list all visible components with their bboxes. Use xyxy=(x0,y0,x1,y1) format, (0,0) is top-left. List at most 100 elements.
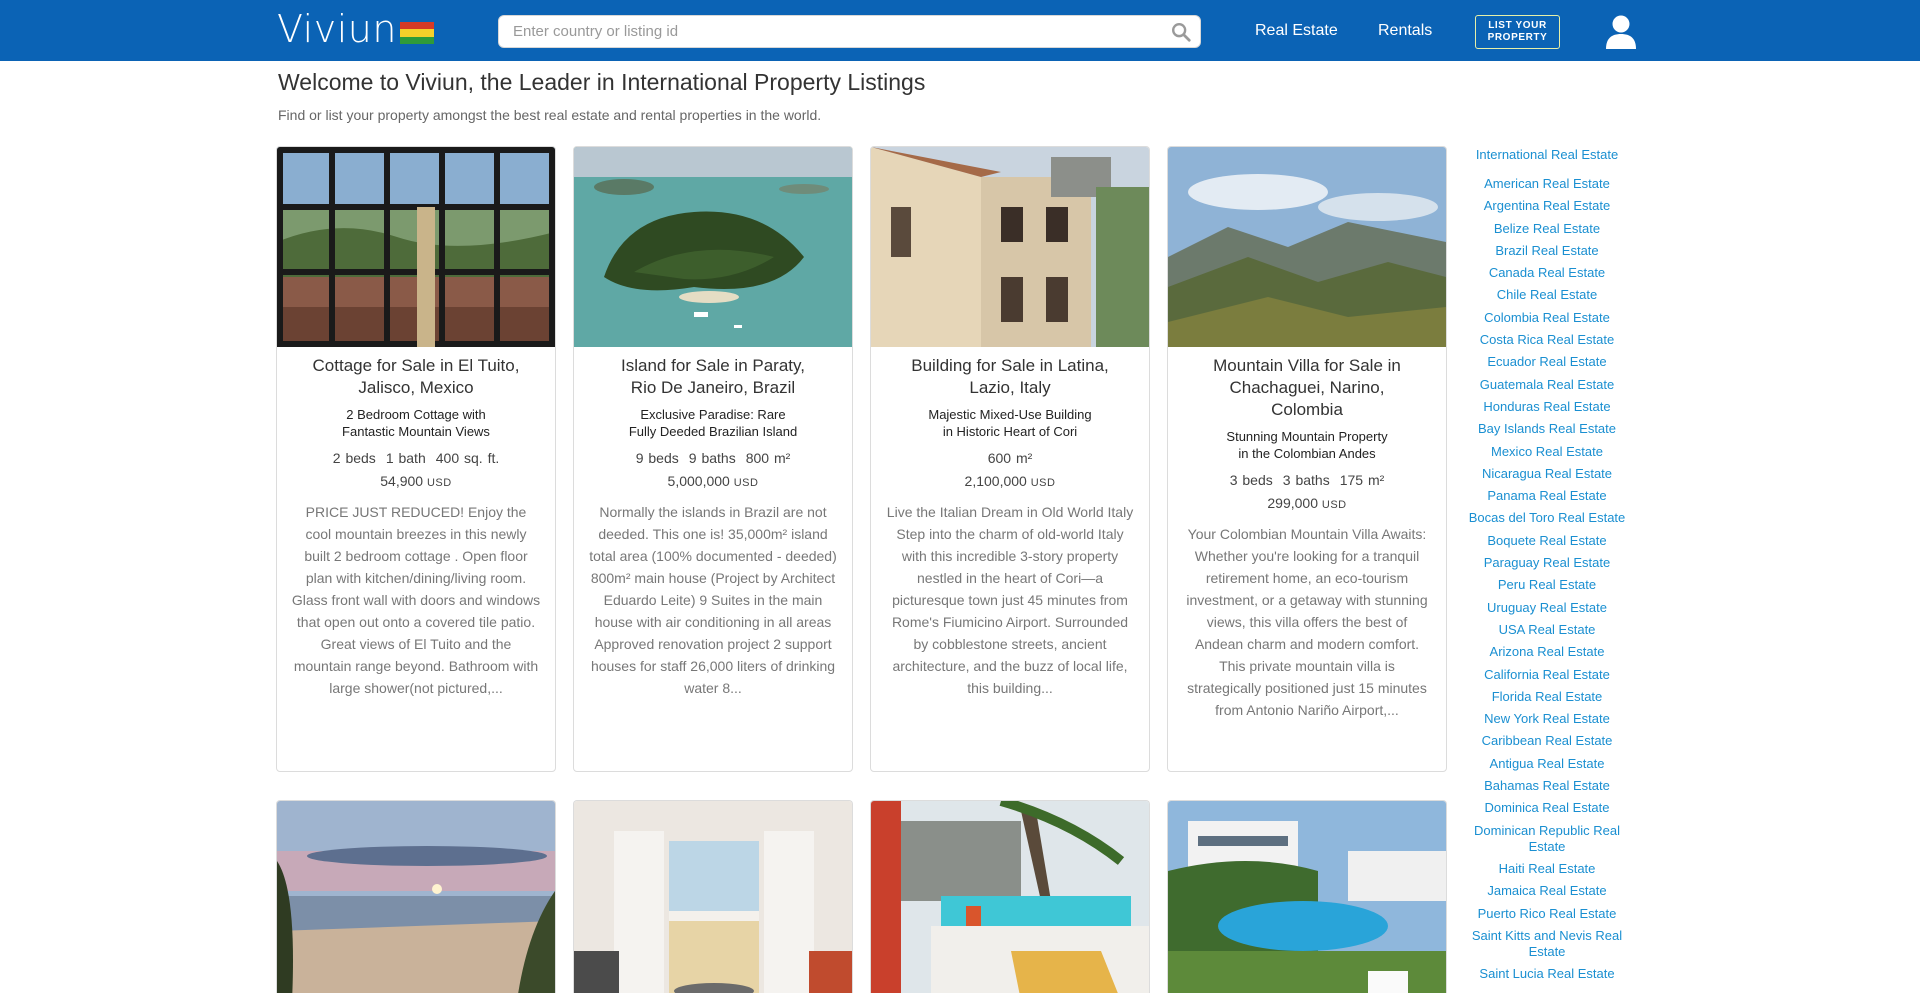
logo-flag-stripe xyxy=(399,29,434,37)
sidebar-link[interactable]: Boquete Real Estate xyxy=(1462,530,1632,552)
listing-title[interactable]: Building for Sale in Latina, Lazio, Ital… xyxy=(903,355,1117,399)
sidebar-link[interactable]: Bocas del Toro Real Estate xyxy=(1462,507,1632,529)
sidebar-link[interactable]: Paraguay Real Estate xyxy=(1462,552,1632,574)
nav-real-estate[interactable]: Real Estate xyxy=(1255,19,1338,43)
sidebar-link[interactable]: Arizona Real Estate xyxy=(1462,641,1632,663)
listing-body: Cottage for Sale in El Tuito, Jalisco, M… xyxy=(277,347,555,699)
listing-subtitle: Stunning Mountain Property in the Colomb… xyxy=(1226,429,1388,461)
listing-title[interactable]: Mountain Villa for Sale in Chachaguei, N… xyxy=(1200,355,1414,421)
sidebar-link[interactable]: Saint Kitts and Nevis Real Estate xyxy=(1462,925,1632,963)
listing-card[interactable] xyxy=(573,800,853,993)
sidebar-link[interactable]: Honduras Real Estate xyxy=(1462,396,1632,418)
listing-price-amount: 54,900 xyxy=(380,473,424,489)
listing-card[interactable]: Mountain Villa for Sale in Chachaguei, N… xyxy=(1167,146,1447,772)
listing-title[interactable]: Island for Sale in Paraty, Rio De Janeir… xyxy=(606,355,820,399)
listing-specs: 3 beds 3 baths 175 m² xyxy=(1182,471,1432,489)
sidebar-link[interactable]: Bay Islands Real Estate xyxy=(1462,418,1632,440)
sidebar-link[interactable]: New York Real Estate xyxy=(1462,708,1632,730)
listing-subtitle: Majestic Mixed-Use Building in Historic … xyxy=(928,407,1092,439)
sidebar-link[interactable]: Argentina Real Estate xyxy=(1462,195,1632,217)
sidebar-link[interactable]: Haiti Real Estate xyxy=(1462,858,1632,880)
listing-area: 600 m² xyxy=(987,450,1033,466)
search-input[interactable] xyxy=(499,16,1159,47)
listing-description: Live the Italian Dream in Old World Ital… xyxy=(886,504,1134,696)
listing-area: 400 sq. ft. xyxy=(435,450,500,466)
listing-price: 5,000,000 USD xyxy=(588,472,838,492)
sidebar-link[interactable]: Panama Real Estate xyxy=(1462,485,1632,507)
sidebar-link[interactable]: Colombia Real Estate xyxy=(1462,307,1632,329)
listing-body: Mountain Villa for Sale in Chachaguei, N… xyxy=(1168,347,1446,721)
sidebar-heading-international[interactable]: International Real Estate xyxy=(1462,144,1632,166)
listing-price: 2,100,000 USD xyxy=(885,472,1135,492)
sidebar-link[interactable]: Brazil Real Estate xyxy=(1462,240,1632,262)
sidebar-link[interactable]: Chile Real Estate xyxy=(1462,284,1632,306)
sidebar-link[interactable]: Florida Real Estate xyxy=(1462,686,1632,708)
listing-price-amount: 299,000 xyxy=(1267,495,1318,511)
viviun-logo[interactable]: Viviun xyxy=(277,9,434,49)
listing-photo-villa-pool[interactable] xyxy=(1168,801,1446,993)
listing-card[interactable] xyxy=(1167,800,1447,993)
listing-photo-pool-patio[interactable] xyxy=(871,801,1149,993)
search-bar xyxy=(498,15,1201,48)
sidebar-link[interactable]: California Real Estate xyxy=(1462,664,1632,686)
sidebar-link[interactable]: Peru Real Estate xyxy=(1462,574,1632,596)
sidebar-link[interactable]: Costa Rica Real Estate xyxy=(1462,329,1632,351)
list-property-label-line2: PROPERTY xyxy=(1487,32,1548,43)
sidebar-link[interactable]: Belize Real Estate xyxy=(1462,218,1632,240)
listing-photo-cottage[interactable] xyxy=(277,147,555,347)
listing-description: PRICE JUST REDUCED! Enjoy the cool mount… xyxy=(291,504,541,696)
listing-beds: 3 beds xyxy=(1229,472,1273,488)
sidebar-link[interactable]: Dominican Republic Real Estate xyxy=(1462,820,1632,858)
user-account-icon[interactable] xyxy=(1604,14,1638,50)
list-your-property-button[interactable]: LIST YOUR PROPERTY xyxy=(1475,15,1560,49)
listing-photo-mountain-villa[interactable] xyxy=(1168,147,1446,347)
listing-price-amount: 2,100,000 xyxy=(964,473,1027,489)
sidebar-link[interactable]: Nicaragua Real Estate xyxy=(1462,463,1632,485)
listing-area: 175 m² xyxy=(1339,472,1385,488)
listing-photo-beach-sunset[interactable] xyxy=(277,801,555,993)
sidebar-link[interactable]: Canada Real Estate xyxy=(1462,262,1632,284)
sidebar-link[interactable]: Guatemala Real Estate xyxy=(1462,374,1632,396)
sidebar-link[interactable]: Dominica Real Estate xyxy=(1462,797,1632,819)
country-links-sidebar: International Real Estate American Real … xyxy=(1462,144,1632,985)
search-icon[interactable] xyxy=(1170,21,1192,43)
listing-currency: USD xyxy=(426,477,452,489)
listing-photo-island[interactable] xyxy=(574,147,852,347)
sidebar-link[interactable]: Bahamas Real Estate xyxy=(1462,775,1632,797)
listing-title[interactable]: Cottage for Sale in El Tuito, Jalisco, M… xyxy=(309,355,523,399)
logo-flag-stripe xyxy=(399,22,434,30)
listing-card[interactable]: Island for Sale in Paraty, Rio De Janeir… xyxy=(573,146,853,772)
listing-currency: USD xyxy=(733,477,759,489)
sidebar-link[interactable]: Caribbean Real Estate xyxy=(1462,730,1632,752)
listing-currency: USD xyxy=(1321,499,1347,511)
listing-beds: 9 beds xyxy=(635,450,679,466)
listing-subtitle: 2 Bedroom Cottage with Fantastic Mountai… xyxy=(342,407,490,439)
listing-area: 800 m² xyxy=(745,450,791,466)
page-title: Welcome to Viviun, the Leader in Interna… xyxy=(278,69,926,95)
listing-specs: 600 m² xyxy=(885,449,1135,467)
listing-description: Your Colombian Mountain Villa Awaits: Wh… xyxy=(1186,526,1428,718)
sidebar-link[interactable]: Ecuador Real Estate xyxy=(1462,351,1632,373)
nav-rentals[interactable]: Rentals xyxy=(1378,19,1432,43)
listing-card[interactable] xyxy=(870,800,1150,993)
sidebar-link[interactable]: Jamaica Real Estate xyxy=(1462,880,1632,902)
sidebar-link[interactable]: Mexico Real Estate xyxy=(1462,441,1632,463)
page-subtitle: Find or list your property amongst the b… xyxy=(278,107,822,123)
sidebar-link[interactable]: American Real Estate xyxy=(1462,173,1632,195)
listing-specs: 2 beds 1 bath 400 sq. ft. xyxy=(291,449,541,467)
listing-card[interactable] xyxy=(276,800,556,993)
list-property-label-line1: LIST YOUR xyxy=(1488,20,1547,31)
sidebar-link[interactable]: Saint Lucia Real Estate xyxy=(1462,963,1632,985)
sidebar-link[interactable]: Puerto Rico Real Estate xyxy=(1462,903,1632,925)
sidebar-link[interactable]: Uruguay Real Estate xyxy=(1462,597,1632,619)
listing-price: 54,900 USD xyxy=(291,472,541,492)
listing-photo-living-room[interactable] xyxy=(574,801,852,993)
listing-card[interactable]: Cottage for Sale in El Tuito, Jalisco, M… xyxy=(276,146,556,772)
sidebar-link[interactable]: Antigua Real Estate xyxy=(1462,753,1632,775)
sidebar-link[interactable]: USA Real Estate xyxy=(1462,619,1632,641)
top-navbar: Viviun Real Estate Rentals LIST YOUR PRO… xyxy=(0,0,1920,61)
listing-baths: 9 baths xyxy=(688,450,736,466)
listing-price: 299,000 USD xyxy=(1182,494,1432,514)
listing-photo-building[interactable] xyxy=(871,147,1149,347)
listing-card[interactable]: Building for Sale in Latina, Lazio, Ital… xyxy=(870,146,1150,772)
